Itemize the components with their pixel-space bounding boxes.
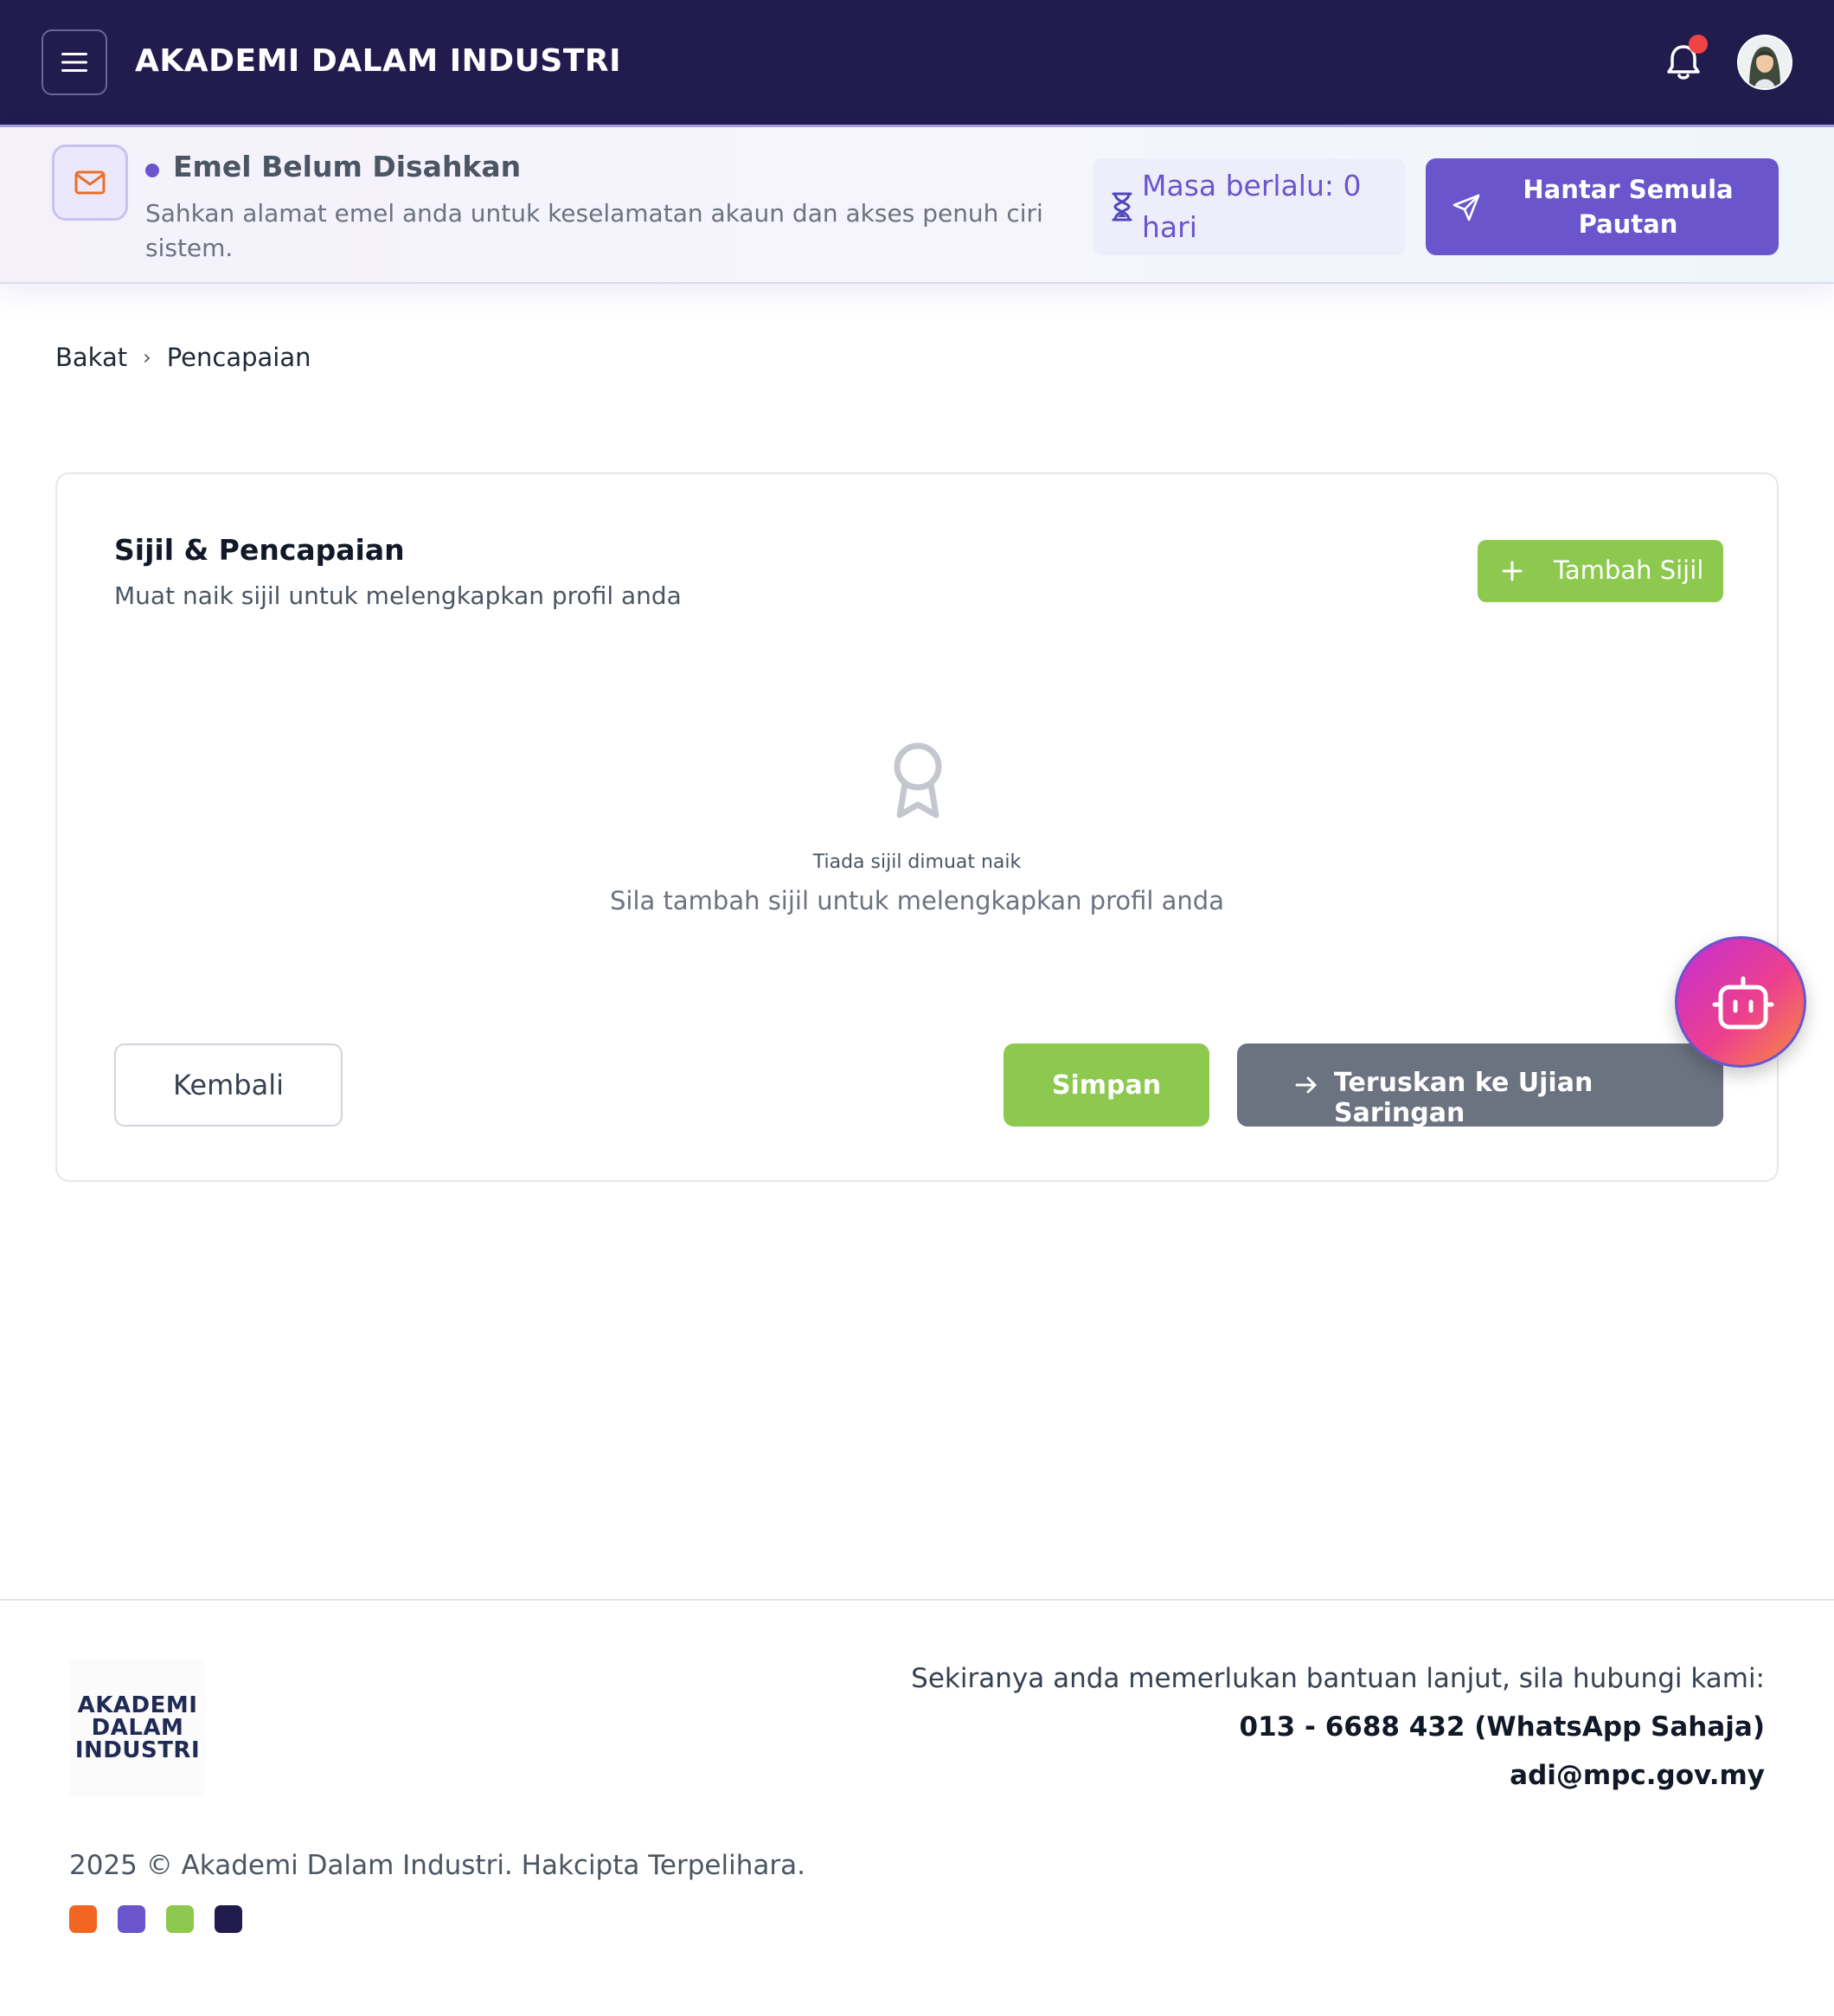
empty-state-description: Sila tambah sijil untuk melengkapkan pro…: [610, 886, 1224, 915]
logo-line-1: AKADEMI: [77, 1692, 198, 1718]
continue-to-screening-button[interactable]: Teruskan ke Ujian Saringan: [1237, 1043, 1723, 1128]
breadcrumb-separator: ›: [143, 345, 151, 369]
expiry-text: Masa berlalu: 0 hari: [1142, 169, 1362, 244]
save-button[interactable]: Simpan: [1004, 1043, 1209, 1127]
swatch-orange: [69, 1905, 97, 1933]
breadcrumb: Bakat › Pencapaian: [55, 343, 311, 372]
verify-title: Emel Belum Disahkan: [173, 150, 522, 183]
app-title: AKADEMI DALAM INDUSTRI: [135, 43, 621, 79]
swatch-green: [166, 1905, 194, 1933]
hourglass-icon: [1112, 192, 1132, 222]
status-dot: [145, 164, 159, 177]
chatbot-button[interactable]: [1675, 936, 1806, 1068]
resend-link-label: Hantar Semula Pautan: [1523, 175, 1734, 239]
support-phone[interactable]: 013 - 6688 432 (WhatsApp Sahaja): [1240, 1711, 1765, 1743]
support-text: Sekiranya anda memerlukan bantuan lanjut…: [911, 1663, 1765, 1694]
breadcrumb-item-bakat[interactable]: Bakat: [55, 343, 127, 372]
mail-icon-box: [52, 144, 128, 221]
avatar-icon: [1739, 36, 1791, 88]
footer-divider: [0, 1599, 1834, 1601]
resend-link-button[interactable]: Hantar Semula Pautan: [1426, 158, 1779, 255]
certificates-card: Sijil & Pencapaian Muat naik sijil untuk…: [55, 472, 1779, 1182]
menu-toggle-button[interactable]: [42, 29, 107, 95]
brand-color-swatches: [69, 1905, 263, 1933]
support-email[interactable]: adi@mpc.gov.my: [1510, 1760, 1765, 1791]
mail-icon: [74, 170, 106, 195]
hamburger-menu-icon: [61, 53, 87, 72]
robot-icon: [1712, 976, 1774, 1030]
logo-line-3: INDUSTRI: [74, 1737, 201, 1763]
breadcrumb-item-pencapaian: Pencapaian: [166, 343, 311, 372]
email-verification-banner: Emel Belum Disahkan Sahkan alamat emel a…: [0, 125, 1834, 284]
plus-icon: [1502, 561, 1523, 581]
swatch-purple: [118, 1905, 145, 1933]
continue-label: Teruskan ke Ujian Saringan: [1334, 1068, 1594, 1128]
top-navbar: AKADEMI DALAM INDUSTRI: [0, 0, 1834, 125]
copyright-text: 2025 © Akademi Dalam Industri. Hakcipta …: [69, 1850, 805, 1881]
logo-line-2: DALAM: [91, 1715, 184, 1741]
card-subtitle: Muat naik sijil untuk melengkapkan profi…: [114, 581, 682, 610]
card-title: Sijil & Pencapaian: [114, 533, 405, 567]
swatch-navy: [215, 1905, 242, 1933]
add-certificate-label: Tambah Sijil: [1554, 555, 1704, 585]
expiry-badge: Masa berlalu: 0 hari: [1093, 158, 1405, 255]
footer-logo: AKADEMI DALAM INDUSTRI: [69, 1660, 206, 1796]
arrow-right-icon: [1295, 1076, 1317, 1094]
verify-description: Sahkan alamat emel anda untuk keselamata…: [145, 199, 1043, 262]
notification-badge: [1689, 35, 1708, 54]
user-avatar[interactable]: [1737, 35, 1792, 90]
award-icon: [894, 742, 942, 819]
empty-state-title: Tiada sijil dimuat naik: [812, 851, 1022, 873]
back-button[interactable]: Kembali: [114, 1043, 343, 1127]
add-certificate-button[interactable]: Tambah Sijil: [1478, 540, 1723, 602]
send-icon: [1452, 194, 1480, 222]
